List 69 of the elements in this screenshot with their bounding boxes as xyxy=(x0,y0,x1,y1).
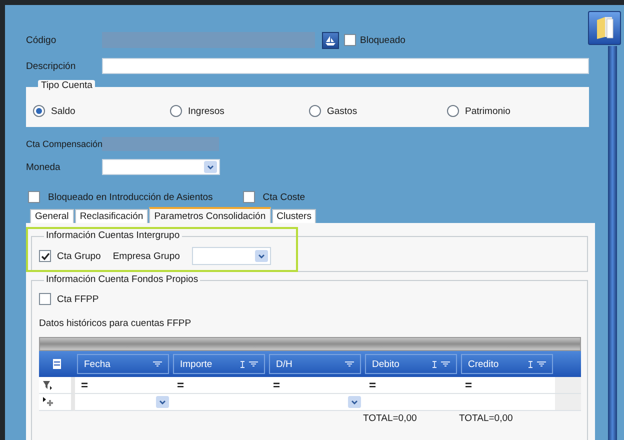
chevron-down-icon[interactable] xyxy=(204,161,217,173)
column-header[interactable]: Fecha xyxy=(77,354,169,374)
checkbox[interactable] xyxy=(344,34,356,46)
checkbox[interactable] xyxy=(39,250,51,262)
radio-label: Saldo xyxy=(51,106,76,116)
checkbox-label: Cta Coste xyxy=(262,192,306,202)
table-cell[interactable] xyxy=(363,394,459,411)
column-total: TOTAL=0,00 xyxy=(363,412,417,424)
checkbox-label: Cta FFPP xyxy=(57,294,99,304)
group-title: Tipo Cuenta xyxy=(38,80,96,91)
filter-operator[interactable]: = xyxy=(267,377,363,394)
filter-operator[interactable]: = xyxy=(363,377,459,394)
column-header[interactable]: Importe xyxy=(173,354,265,374)
table-caption: Datos históricos para cuentas FFPP xyxy=(39,318,192,328)
field-label: Código xyxy=(26,34,58,46)
column-header[interactable]: D/H xyxy=(269,354,361,374)
row-filler xyxy=(555,377,581,394)
filter-row-icon xyxy=(43,380,53,390)
table-cell[interactable] xyxy=(267,394,363,411)
checkbox-label: Cta Grupo xyxy=(57,250,101,262)
filter-icon[interactable] xyxy=(249,361,258,367)
tab[interactable]: Parametros Consolidación xyxy=(149,207,271,223)
new-row-icon xyxy=(43,397,55,407)
radio-button[interactable] xyxy=(33,105,45,117)
table-cell[interactable] xyxy=(459,394,555,411)
field-label: Cta Compensación xyxy=(26,139,102,149)
scroll-bar[interactable] xyxy=(608,46,616,440)
group-title: Información Cuentas Intergrupo xyxy=(44,230,182,241)
chevron-down-icon[interactable] xyxy=(156,396,169,408)
filter-operator[interactable]: = xyxy=(459,377,555,394)
radio-button[interactable] xyxy=(309,105,321,117)
filter-icon[interactable] xyxy=(441,361,450,367)
checkbox-label: Bloqueado xyxy=(360,34,406,46)
field-label: Empresa Grupo xyxy=(112,250,180,262)
radio-button[interactable] xyxy=(170,105,182,117)
table-cell[interactable] xyxy=(75,394,171,411)
tab[interactable]: General xyxy=(30,209,74,223)
tab[interactable]: Clusters xyxy=(272,209,316,223)
header-filler xyxy=(555,351,581,377)
lookup-button[interactable] xyxy=(322,32,339,48)
description-field[interactable] xyxy=(102,58,589,74)
tab[interactable]: Reclasificación xyxy=(74,209,148,223)
column-chooser-icon[interactable] xyxy=(39,351,75,377)
column-total: TOTAL=0,00 xyxy=(459,412,513,424)
field-label: Descripción xyxy=(26,60,77,72)
boat-icon xyxy=(325,34,336,46)
filter-icon[interactable] xyxy=(537,361,546,367)
field-label: Moneda xyxy=(26,162,62,172)
column-header[interactable]: Debito xyxy=(365,354,457,374)
row-filler xyxy=(555,394,581,411)
table-cell[interactable] xyxy=(171,394,267,411)
filter-icon[interactable] xyxy=(345,361,354,367)
column-header[interactable]: Credito xyxy=(461,354,553,374)
filter-operator[interactable]: = xyxy=(75,377,171,394)
checkbox[interactable] xyxy=(28,191,40,203)
checkbox-label: Bloqueado en Introducción de Asientos xyxy=(48,192,213,202)
chevron-down-icon[interactable] xyxy=(254,250,268,262)
radio-label: Ingresos xyxy=(188,106,224,116)
chevron-down-icon[interactable] xyxy=(348,396,361,408)
radio-label: Gastos xyxy=(327,106,358,116)
checkbox[interactable] xyxy=(39,293,51,305)
group-title: Información Cuenta Fondos Propios xyxy=(44,274,200,285)
radio-button[interactable] xyxy=(447,105,459,117)
checkbox[interactable] xyxy=(242,191,255,203)
folder-button[interactable] xyxy=(588,11,621,45)
filter-operator[interactable]: = xyxy=(171,377,267,394)
radio-label: Patrimonio xyxy=(465,106,510,116)
folder-icon xyxy=(594,16,614,40)
filter-icon[interactable] xyxy=(153,361,162,367)
